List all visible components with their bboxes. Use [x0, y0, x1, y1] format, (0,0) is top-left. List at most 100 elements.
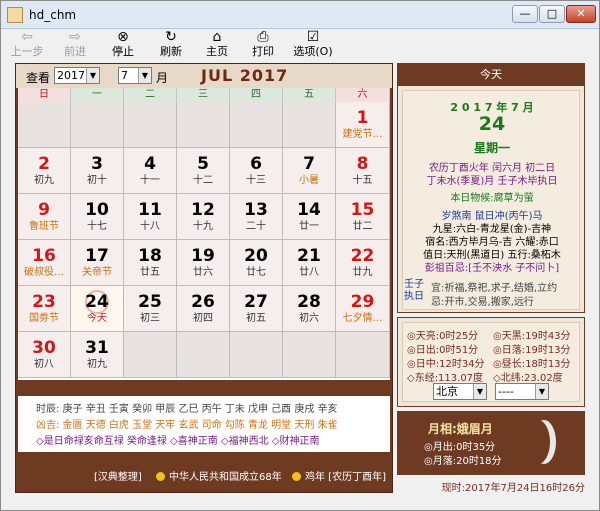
lunar-label: 初五: [246, 313, 266, 324]
calendar-day-cell[interactable]: 20 廿七: [230, 240, 283, 286]
month-title: JUL 2017: [201, 66, 289, 85]
maximize-button[interactable]: □: [539, 5, 565, 23]
weekday-header: 四: [230, 88, 283, 102]
today-detail: 2 0 1 7 年 7 月 24 星期一 农历丁酉火年 闰六月 初二日 丁未水(…: [402, 90, 580, 310]
calendar-day-cell[interactable]: 9 鲁班节: [18, 194, 71, 240]
day-number: 3: [91, 154, 103, 174]
lunar-label: 初三: [140, 313, 160, 324]
minimize-button[interactable]: —: [512, 5, 538, 23]
calendar-day-cell[interactable]: 8 十五: [336, 148, 390, 194]
lunar-label: 二十: [246, 221, 266, 232]
calendar-day-cell[interactable]: 10 十七: [71, 194, 124, 240]
day-number: 28: [297, 292, 321, 312]
footer-right: 鸡年 [农历丁酉年]: [292, 468, 386, 483]
month-select[interactable]: 7 ▼: [118, 67, 152, 84]
footer-middle: 中华人民共和国成立68年: [156, 468, 282, 483]
calendar-empty-cell: [177, 332, 230, 378]
calendar-empty-cell: [230, 102, 283, 148]
calendar-day-cell[interactable]: 4 十一: [124, 148, 177, 194]
day-number: 7: [303, 154, 315, 174]
weekday-header: 三: [177, 88, 230, 102]
city-select[interactable]: 北京 ▼: [433, 383, 487, 400]
forward-button[interactable]: ⇨ 前进: [57, 29, 93, 59]
footer-source: [汉典整理]: [94, 472, 142, 483]
yellow-dot-icon: [292, 472, 301, 481]
calendar-day-cell[interactable]: 6 十三: [230, 148, 283, 194]
calendar-day-cell[interactable]: 25 初三: [124, 286, 177, 332]
lunar-label: 七夕情…: [342, 313, 383, 324]
calendar-day-cell[interactable]: 30 初八: [18, 332, 71, 378]
calendar-day-cell[interactable]: 22 廿九: [336, 240, 390, 286]
longitude: ◇东经:113.07度: [407, 373, 484, 384]
sun-detail: ◎天亮:0时25分 ◎天黑:19时43分 ◎日出:0时51分 ◎日落:19时13…: [402, 322, 580, 402]
calendar-day-cell[interactable]: 19 廿六: [177, 240, 230, 286]
calendar-day-cell[interactable]: 26 初四: [177, 286, 230, 332]
day-number: 29: [350, 292, 375, 312]
calendar-day-cell[interactable]: 27 初五: [230, 286, 283, 332]
lunar-label: 今天: [87, 313, 107, 324]
day-number: 8: [356, 154, 369, 174]
calendar-day-cell[interactable]: 28 初六: [283, 286, 336, 332]
calendar-day-cell[interactable]: 1 建党节…: [336, 102, 390, 148]
weekday-header: 二: [124, 88, 177, 102]
lunar-label: 初十: [87, 175, 107, 186]
status-bar: 现时:2017年7月24日16时26分: [441, 483, 585, 494]
calendar-day-cell[interactable]: 21 廿八: [283, 240, 336, 286]
calendar-empty-cell: [230, 332, 283, 378]
calendar-day-cell[interactable]: 5 十二: [177, 148, 230, 194]
day-number: 5: [197, 154, 209, 174]
year-select[interactable]: 2017 ▼: [54, 67, 100, 84]
today-day: 24: [478, 113, 506, 135]
stop-icon: ⊗: [117, 29, 129, 45]
lunar-label: 初八: [34, 359, 54, 370]
day-number: 11: [138, 200, 162, 220]
print-button[interactable]: ⎙ 打印: [245, 29, 281, 59]
extra-row: ◇是日命禄亥命互禄 癸命逢禄 ◇喜神正南 ◇福神西北 ◇财神正南: [36, 436, 320, 447]
back-button[interactable]: ⇦ 上一步: [9, 29, 45, 59]
stop-button[interactable]: ⊗ 停止: [105, 29, 141, 59]
view-label: 查看: [26, 71, 51, 85]
calendar-day-cell[interactable]: 17 关帝节: [71, 240, 124, 286]
day-length: ◎昼长:18时13分: [493, 359, 571, 370]
day-number: 19: [191, 246, 215, 266]
home-button[interactable]: ⌂ 主页: [199, 29, 235, 59]
day-number: 21: [297, 246, 321, 266]
calendar-day-cell[interactable]: 3 初十: [71, 148, 124, 194]
lunar-label: 初九: [87, 359, 107, 370]
lunar-label: 初六: [299, 313, 319, 324]
lunar-label: 十五: [352, 175, 373, 186]
moonset-time: ◎月落:20时18分: [424, 456, 502, 467]
zhiri-side: 壬子执日: [404, 279, 424, 302]
calendar-day-cell[interactable]: 7 小暑: [283, 148, 336, 194]
day-number: 24: [85, 292, 109, 312]
toolbar: ⇦ 上一步 ⇨ 前进 ⊗ 停止 ↻ 刷新 ⌂ 主页 ⎙ 打印 ☑ 选项(O): [1, 29, 599, 61]
calendar-day-cell[interactable]: 18 廿五: [124, 240, 177, 286]
weekday-header: 一: [71, 88, 124, 102]
calendar-empty-cell: [124, 102, 177, 148]
calendar-day-cell[interactable]: 2 初九: [18, 148, 71, 194]
calendar-day-cell[interactable]: 11 十八: [124, 194, 177, 240]
calendar-day-cell[interactable]: 14 廿一: [283, 194, 336, 240]
calendar-day-cell[interactable]: 13 二十: [230, 194, 283, 240]
lunar-label: 国劵节: [29, 313, 59, 324]
calendar-day-cell[interactable]: 24 今天: [71, 286, 124, 332]
calendar-day-cell[interactable]: 29 七夕情…: [336, 286, 390, 332]
district-select[interactable]: ---- ▼: [495, 383, 549, 400]
calendar-panel: 查看 2017 ▼ 7 ▼ 月 JUL 2017 日一二三四五六 1 建党节… 2 初九 3 初…: [15, 63, 393, 493]
calendar-empty-cell: [336, 332, 390, 378]
calendar-day-cell[interactable]: 23 国劵节: [18, 286, 71, 332]
options-button[interactable]: ☑ 选项(O): [291, 29, 335, 59]
chevron-down-icon: ▼: [86, 68, 99, 83]
chevron-down-icon: ▼: [535, 384, 548, 399]
moonrise-time: ◎月出:0时35分: [424, 442, 496, 453]
calendar-day-cell[interactable]: 12 十九: [177, 194, 230, 240]
close-button[interactable]: ✕: [566, 5, 596, 23]
refresh-button[interactable]: ↻ 刷新: [153, 29, 189, 59]
calendar-day-cell[interactable]: 31 初九: [71, 332, 124, 378]
calendar-day-cell[interactable]: 16 破叔役…: [18, 240, 71, 286]
dawn-time: ◎天亮:0时25分: [407, 331, 479, 342]
print-icon: ⎙: [257, 29, 269, 45]
pengzu: 彭祖百忌:[壬不泱水 子不问卜]: [424, 263, 560, 274]
calendar-day-cell[interactable]: 15 廿二: [336, 194, 390, 240]
day-number: 22: [350, 246, 375, 266]
